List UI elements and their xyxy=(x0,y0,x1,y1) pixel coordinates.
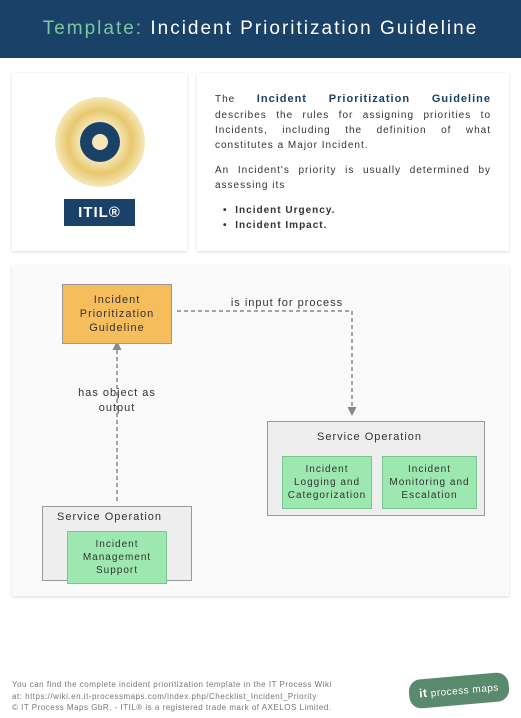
service-operation-title-2: Service Operation xyxy=(317,431,422,443)
itil-card: ITIL® xyxy=(12,73,187,251)
service-operation-title-1: Service Operation xyxy=(57,511,162,523)
description-card: The Incident Prioritization Guideline de… xyxy=(197,73,509,251)
description-para1: The Incident Prioritization Guideline de… xyxy=(215,91,491,153)
itil-label: ITIL® xyxy=(64,199,135,226)
incident-monitoring-box: Incident Monitoring and Escalation xyxy=(382,456,477,509)
header-prefix: Template: xyxy=(43,18,151,39)
incident-mgmt-support-box: Incident Management Support xyxy=(67,531,167,584)
diagram-panel: Incident Prioritization Guideline has ob… xyxy=(12,266,509,596)
bullet-urgency: Incident Urgency. xyxy=(223,203,491,218)
label-has-output: has object as output xyxy=(62,386,172,417)
description-bullets: Incident Urgency. Incident Impact. xyxy=(215,203,491,233)
description-para2: An Incident's priority is usually determ… xyxy=(215,163,491,193)
incident-logging-box: Incident Logging and Categorization xyxy=(282,456,372,509)
main-guideline-box: Incident Prioritization Guideline xyxy=(62,284,172,345)
itil-logo-icon xyxy=(55,97,145,187)
footer: You can find the complete incident prior… xyxy=(12,679,509,713)
bullet-impact: Incident Impact. xyxy=(223,218,491,233)
cards-row: ITIL® The Incident Prioritization Guidel… xyxy=(0,58,521,266)
header-banner: Template: Incident Prioritization Guidel… xyxy=(0,0,521,58)
label-is-input: is input for process xyxy=(217,296,357,311)
header-title: Incident Prioritization Guideline xyxy=(150,18,478,39)
